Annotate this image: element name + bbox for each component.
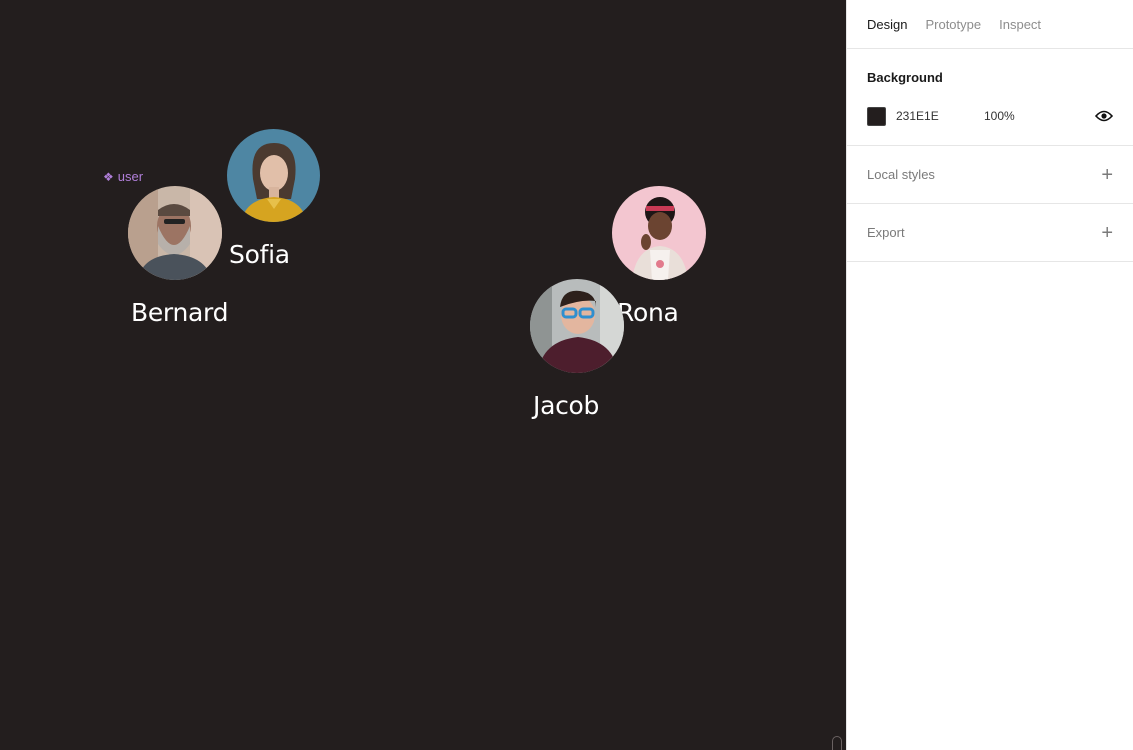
background-opacity-input[interactable]: 100%: [984, 109, 1015, 123]
add-export-plus-icon[interactable]: +: [1101, 223, 1113, 243]
background-color-swatch[interactable]: [867, 106, 886, 126]
export-title: Export: [867, 225, 905, 240]
export-section: Export +: [847, 204, 1133, 262]
tab-inspect[interactable]: Inspect: [999, 17, 1041, 32]
canvas-scroll-handle[interactable]: [832, 736, 842, 750]
component-label[interactable]: ❖ user: [103, 169, 143, 184]
tab-prototype[interactable]: Prototype: [925, 17, 981, 32]
eye-icon[interactable]: [1095, 109, 1113, 123]
design-canvas[interactable]: ❖ user Bernard Sofia Rona Jacob: [0, 0, 846, 750]
tab-design[interactable]: Design: [867, 17, 907, 32]
user-name-rona: Rona: [617, 298, 679, 327]
user-name-jacob: Jacob: [533, 391, 600, 420]
add-local-style-plus-icon[interactable]: +: [1101, 165, 1113, 185]
local-styles-title: Local styles: [867, 167, 935, 182]
component-icon: ❖: [103, 169, 114, 184]
component-label-text: user: [117, 169, 144, 184]
avatar-jacob[interactable]: [530, 279, 624, 373]
background-section: Background 231E1E 100%: [847, 49, 1133, 146]
properties-panel: Design Prototype Inspect Background 231E…: [846, 0, 1133, 750]
avatar-bernard[interactable]: [128, 186, 222, 280]
panel-tabs: Design Prototype Inspect: [847, 0, 1133, 49]
user-name-bernard: Bernard: [131, 298, 229, 327]
background-title: Background: [867, 70, 943, 85]
avatar-sofia[interactable]: [227, 129, 320, 222]
local-styles-section: Local styles +: [847, 146, 1133, 204]
avatar-rona[interactable]: [612, 186, 706, 280]
user-name-sofia: Sofia: [229, 240, 290, 269]
background-fill-row: 231E1E 100%: [867, 106, 1113, 126]
background-hex-input[interactable]: 231E1E: [896, 109, 984, 123]
